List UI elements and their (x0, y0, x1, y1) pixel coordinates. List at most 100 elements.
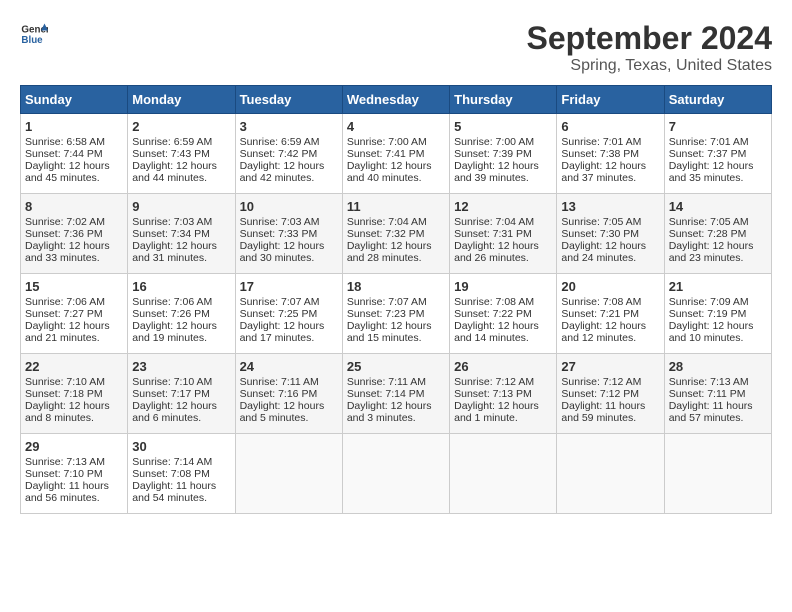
calendar-table: Sunday Monday Tuesday Wednesday Thursday… (20, 85, 772, 514)
col-wednesday: Wednesday (342, 86, 449, 114)
day-info-line: Daylight: 12 hours (132, 320, 230, 332)
day-info-line: Sunrise: 7:13 AM (669, 376, 767, 388)
day-number: 1 (25, 119, 123, 134)
day-info-line: Daylight: 12 hours (561, 240, 659, 252)
day-info-line: Sunrise: 7:01 AM (669, 136, 767, 148)
day-info-line: Daylight: 12 hours (240, 320, 338, 332)
day-info-line: Sunrise: 7:01 AM (561, 136, 659, 148)
day-info-line: Sunset: 7:10 PM (25, 468, 123, 480)
day-info-line: Sunrise: 7:06 AM (132, 296, 230, 308)
day-number: 20 (561, 279, 659, 294)
day-info-line: Sunrise: 7:06 AM (25, 296, 123, 308)
day-info-line: Sunrise: 6:59 AM (240, 136, 338, 148)
calendar-cell: 10Sunrise: 7:03 AMSunset: 7:33 PMDayligh… (235, 194, 342, 274)
day-number: 16 (132, 279, 230, 294)
day-number: 4 (347, 119, 445, 134)
day-info-line: Sunset: 7:38 PM (561, 148, 659, 160)
page-header: General Blue September 2024 Spring, Texa… (20, 20, 772, 75)
day-info-line: Sunrise: 7:14 AM (132, 456, 230, 468)
day-info-line: Sunrise: 7:10 AM (25, 376, 123, 388)
day-info-line: Daylight: 12 hours (132, 160, 230, 172)
day-info-line: Sunset: 7:44 PM (25, 148, 123, 160)
day-info-line: Sunrise: 7:13 AM (25, 456, 123, 468)
day-number: 27 (561, 359, 659, 374)
day-info-line: Sunset: 7:33 PM (240, 228, 338, 240)
day-info-line: Daylight: 12 hours (132, 240, 230, 252)
day-number: 30 (132, 439, 230, 454)
day-info-line: and 14 minutes. (454, 332, 552, 344)
day-number: 28 (669, 359, 767, 374)
day-info-line: and 5 minutes. (240, 412, 338, 424)
calendar-header-row: Sunday Monday Tuesday Wednesday Thursday… (21, 86, 772, 114)
calendar-cell: 18Sunrise: 7:07 AMSunset: 7:23 PMDayligh… (342, 274, 449, 354)
day-info-line: and 30 minutes. (240, 252, 338, 264)
col-friday: Friday (557, 86, 664, 114)
day-info-line: Sunset: 7:18 PM (25, 388, 123, 400)
col-thursday: Thursday (450, 86, 557, 114)
day-info-line: Sunset: 7:21 PM (561, 308, 659, 320)
day-info-line: Sunrise: 7:11 AM (240, 376, 338, 388)
col-tuesday: Tuesday (235, 86, 342, 114)
title-area: September 2024 Spring, Texas, United Sta… (527, 20, 772, 75)
calendar-cell: 13Sunrise: 7:05 AMSunset: 7:30 PMDayligh… (557, 194, 664, 274)
logo: General Blue (20, 20, 48, 48)
day-info-line: and 6 minutes. (132, 412, 230, 424)
calendar-cell: 23Sunrise: 7:10 AMSunset: 7:17 PMDayligh… (128, 354, 235, 434)
day-info-line: Sunrise: 7:04 AM (347, 216, 445, 228)
calendar-cell: 21Sunrise: 7:09 AMSunset: 7:19 PMDayligh… (664, 274, 771, 354)
day-info-line: and 35 minutes. (669, 172, 767, 184)
day-info-line: Sunrise: 7:07 AM (347, 296, 445, 308)
day-info-line: and 31 minutes. (132, 252, 230, 264)
calendar-week-row: 15Sunrise: 7:06 AMSunset: 7:27 PMDayligh… (21, 274, 772, 354)
location-subtitle: Spring, Texas, United States (527, 57, 772, 75)
day-info-line: Daylight: 12 hours (347, 240, 445, 252)
day-info-line: Sunset: 7:13 PM (454, 388, 552, 400)
calendar-cell: 3Sunrise: 6:59 AMSunset: 7:42 PMDaylight… (235, 114, 342, 194)
day-info-line: Sunrise: 7:08 AM (454, 296, 552, 308)
day-info-line: and 57 minutes. (669, 412, 767, 424)
day-info-line: Sunrise: 7:04 AM (454, 216, 552, 228)
day-number: 15 (25, 279, 123, 294)
calendar-week-row: 22Sunrise: 7:10 AMSunset: 7:18 PMDayligh… (21, 354, 772, 434)
day-number: 2 (132, 119, 230, 134)
day-info-line: Daylight: 12 hours (25, 400, 123, 412)
day-number: 23 (132, 359, 230, 374)
day-info-line: Sunset: 7:23 PM (347, 308, 445, 320)
calendar-cell: 17Sunrise: 7:07 AMSunset: 7:25 PMDayligh… (235, 274, 342, 354)
day-info-line: and 33 minutes. (25, 252, 123, 264)
day-info-line: Daylight: 12 hours (25, 320, 123, 332)
calendar-cell: 11Sunrise: 7:04 AMSunset: 7:32 PMDayligh… (342, 194, 449, 274)
calendar-week-row: 8Sunrise: 7:02 AMSunset: 7:36 PMDaylight… (21, 194, 772, 274)
day-number: 21 (669, 279, 767, 294)
calendar-cell: 4Sunrise: 7:00 AMSunset: 7:41 PMDaylight… (342, 114, 449, 194)
day-info-line: and 37 minutes. (561, 172, 659, 184)
day-info-line: Sunset: 7:31 PM (454, 228, 552, 240)
calendar-cell: 20Sunrise: 7:08 AMSunset: 7:21 PMDayligh… (557, 274, 664, 354)
day-info-line: Sunset: 7:43 PM (132, 148, 230, 160)
day-info-line: Daylight: 11 hours (132, 480, 230, 492)
day-info-line: Daylight: 12 hours (347, 320, 445, 332)
day-info-line: and 24 minutes. (561, 252, 659, 264)
day-number: 11 (347, 199, 445, 214)
calendar-cell (450, 434, 557, 514)
day-info-line: Daylight: 12 hours (669, 320, 767, 332)
calendar-cell: 12Sunrise: 7:04 AMSunset: 7:31 PMDayligh… (450, 194, 557, 274)
day-number: 29 (25, 439, 123, 454)
day-info-line: Sunset: 7:36 PM (25, 228, 123, 240)
day-info-line: Sunset: 7:28 PM (669, 228, 767, 240)
day-info-line: Daylight: 12 hours (132, 400, 230, 412)
day-number: 9 (132, 199, 230, 214)
svg-text:Blue: Blue (21, 35, 43, 46)
calendar-cell: 26Sunrise: 7:12 AMSunset: 7:13 PMDayligh… (450, 354, 557, 434)
calendar-cell: 28Sunrise: 7:13 AMSunset: 7:11 PMDayligh… (664, 354, 771, 434)
day-info-line: and 56 minutes. (25, 492, 123, 504)
day-info-line: Sunrise: 6:58 AM (25, 136, 123, 148)
day-info-line: Sunset: 7:19 PM (669, 308, 767, 320)
day-number: 19 (454, 279, 552, 294)
calendar-cell: 30Sunrise: 7:14 AMSunset: 7:08 PMDayligh… (128, 434, 235, 514)
calendar-cell: 7Sunrise: 7:01 AMSunset: 7:37 PMDaylight… (664, 114, 771, 194)
calendar-week-row: 29 Sunrise: 7:13 AMSunset: 7:10 PM Dayligh… (21, 434, 772, 514)
day-info-line: and 21 minutes. (25, 332, 123, 344)
calendar-cell: 9Sunrise: 7:03 AMSunset: 7:34 PMDaylight… (128, 194, 235, 274)
calendar-cell: 22Sunrise: 7:10 AMSunset: 7:18 PMDayligh… (21, 354, 128, 434)
